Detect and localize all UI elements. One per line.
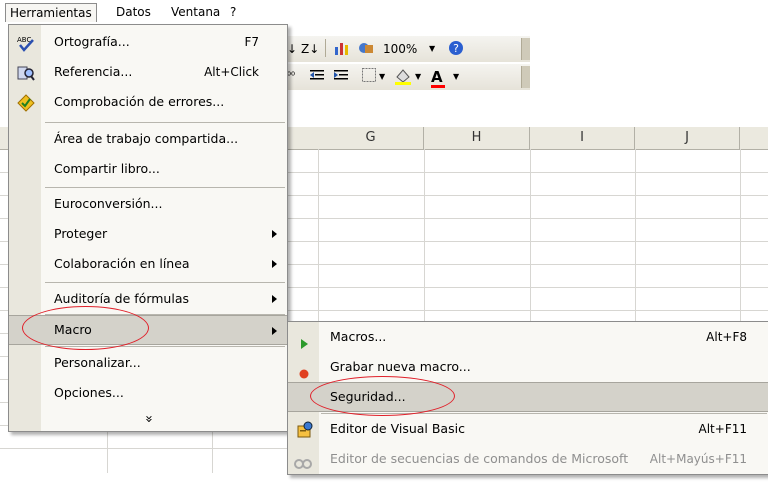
decrease-indent-icon[interactable] (309, 67, 325, 87)
chevron-down-icon[interactable]: ▼ (429, 39, 435, 59)
font-color-swatch (431, 85, 445, 88)
submenu-item-macros[interactable]: Macros... Alt+F8 (288, 322, 768, 352)
menu-item-area-trabajo[interactable]: Área de trabajo compartida... (9, 124, 287, 154)
herramientas-menu: ABC Ortografía... F7 Referencia... Alt+C… (8, 24, 288, 432)
menu-item-colaboracion[interactable]: Colaboración en línea (9, 249, 287, 279)
menu-item-label: Proteger (54, 226, 108, 241)
menu-separator (45, 346, 285, 347)
submenu-item-shortcut: Alt+F8 (706, 330, 747, 344)
menu-item-label: Euroconversión... (54, 196, 163, 211)
menu-item-label: Ortografía... (54, 34, 130, 49)
submenu-item-seguridad[interactable]: Seguridad... (288, 382, 768, 412)
menu-item-comprobacion-errores[interactable]: Comprobación de errores... (9, 87, 287, 117)
submenu-item-shortcut: Alt+Mayús+F11 (649, 452, 747, 466)
format-toolbar: ⁰⁰ ▼ ▼ A ▼ (285, 64, 530, 90)
sort-descending-button[interactable]: Z↓ (301, 39, 319, 59)
borders-icon[interactable] (361, 67, 377, 87)
toolbar-grip[interactable] (521, 38, 530, 60)
menubar: Herramientas Datos Ventana ? (0, 0, 768, 24)
submenu-item-vb-editor[interactable]: Editor de Visual Basic Alt+F11 (288, 414, 768, 444)
column-header-k[interactable] (740, 127, 768, 150)
toolbar-grip[interactable] (521, 66, 530, 88)
column-header-i[interactable]: I (530, 127, 635, 150)
increase-indent-icon[interactable] (333, 67, 349, 87)
submenu-item-shortcut: Alt+F11 (698, 422, 747, 436)
font-color-dropdown-icon[interactable]: ▼ (453, 67, 459, 87)
menu-separator (45, 282, 285, 283)
script-editor-icon (294, 452, 312, 469)
submenu-item-label: Editor de Visual Basic (330, 421, 465, 436)
column-header-g[interactable]: G (318, 127, 424, 150)
submenu-arrow-icon (272, 327, 277, 335)
menu-item-euroconversion[interactable]: Euroconversión... (9, 189, 287, 219)
submenu-item-label: Seguridad... (330, 389, 406, 404)
menu-item-shortcut: F7 (244, 35, 259, 49)
error-check-icon (17, 93, 35, 112)
menu-datos[interactable]: Datos (112, 5, 155, 20)
menu-item-proteger[interactable]: Proteger (9, 219, 287, 249)
spelling-icon: ABC (17, 33, 35, 52)
fill-color-icon[interactable] (393, 67, 413, 87)
menu-expand-button[interactable]: » (9, 403, 287, 433)
fill-dropdown-icon[interactable]: ▼ (415, 67, 421, 87)
research-icon (17, 63, 35, 81)
menu-herramientas[interactable]: Herramientas (5, 3, 97, 22)
menu-separator (45, 122, 285, 123)
menu-item-personalizar[interactable]: Personalizar... (9, 348, 287, 378)
sort-ascending-button[interactable]: ↓ (287, 39, 297, 59)
submenu-arrow-icon (272, 230, 277, 238)
toolbar-divider (325, 39, 326, 57)
decrease-decimal-button[interactable]: ⁰⁰ (287, 67, 295, 87)
submenu-item-grabar[interactable]: Grabar nueva macro... (288, 352, 768, 382)
submenu-arrow-icon (272, 295, 277, 303)
submenu-item-label: Editor de secuencias de comandos de Micr… (330, 451, 629, 466)
zoom-select[interactable]: 100% (383, 39, 417, 59)
expand-chevron-icon: » (141, 415, 156, 423)
menu-item-label: Área de trabajo compartida... (54, 131, 239, 146)
submenu-arrow-icon (272, 260, 277, 268)
chart-wizard-icon[interactable] (333, 39, 351, 59)
borders-dropdown-icon[interactable]: ▼ (379, 67, 385, 87)
menu-item-referencia[interactable]: Referencia... Alt+Click (9, 57, 287, 87)
menu-separator (45, 187, 285, 188)
vb-editor-icon (296, 420, 314, 438)
drawing-icon[interactable] (357, 39, 375, 59)
menu-item-compartir-libro[interactable]: Compartir libro... (9, 154, 287, 184)
submenu-item-script-editor[interactable]: Editor de secuencias de comandos de Micr… (288, 444, 768, 474)
font-color-button[interactable]: A (431, 67, 445, 88)
svg-text:?: ? (453, 42, 459, 55)
standard-toolbar: ↓ Z↓ 100% ▼ ? (285, 36, 530, 62)
submenu-item-label: Macros... (330, 329, 387, 344)
column-header-j[interactable]: J (635, 127, 740, 150)
font-color-letter: A (431, 68, 443, 86)
help-icon[interactable]: ? (447, 39, 465, 59)
menu-item-shortcut: Alt+Click (204, 65, 259, 79)
menu-item-ortografia[interactable]: ABC Ortografía... F7 (9, 27, 287, 57)
menu-help[interactable]: ? (226, 5, 240, 20)
macro-submenu: Macros... Alt+F8 Grabar nueva macro... S… (287, 321, 768, 475)
run-icon (298, 331, 310, 349)
menu-ventana[interactable]: Ventana (167, 5, 224, 20)
menu-item-label: Comprobación de errores... (54, 94, 225, 109)
menu-item-macro[interactable]: Macro (9, 315, 287, 345)
record-icon (298, 361, 310, 379)
submenu-item-label: Grabar nueva macro... (330, 359, 471, 374)
menu-item-label: Compartir libro... (54, 161, 160, 176)
menu-item-label: Macro (54, 322, 92, 337)
menu-item-label: Referencia... (54, 64, 133, 79)
menu-item-label: Auditoría de fórmulas (54, 291, 189, 306)
menu-item-label: Colaboración en línea (54, 256, 190, 271)
menu-item-auditoria[interactable]: Auditoría de fórmulas (9, 284, 287, 314)
column-header-h[interactable]: H (424, 127, 530, 150)
menu-item-label: Personalizar... (54, 355, 141, 370)
